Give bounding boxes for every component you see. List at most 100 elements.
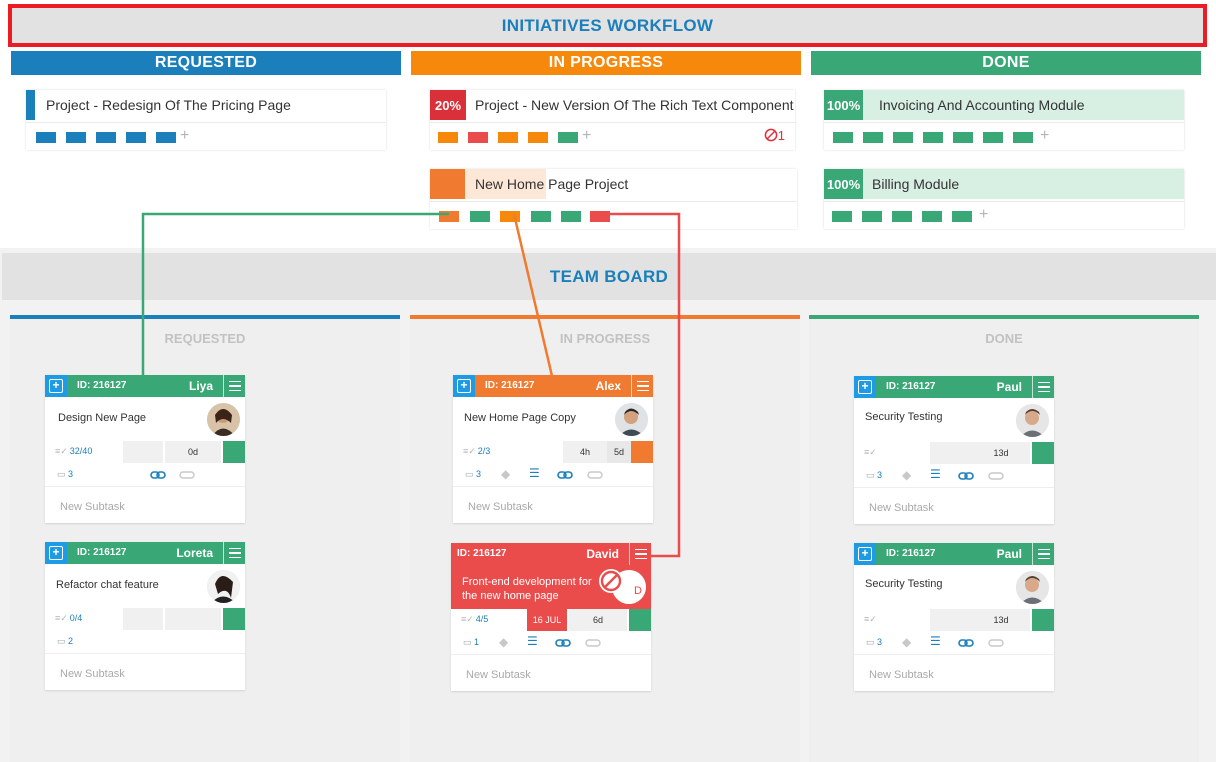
checklist-icon[interactable]: ≡✓ [864, 447, 879, 458]
new-subtask-input[interactable]: New Subtask [466, 669, 531, 681]
link-icon[interactable] [958, 638, 974, 648]
task-square[interactable] [893, 132, 913, 143]
link-icon[interactable] [555, 638, 571, 648]
checklist-progress[interactable]: ≡✓ 0/4 [55, 613, 82, 624]
new-subtask-input[interactable]: New Subtask [869, 502, 934, 514]
initiative-card[interactable]: Project - Redesign Of The Pricing Page + [26, 90, 386, 150]
task-square[interactable] [156, 132, 176, 143]
task-square[interactable] [863, 132, 883, 143]
task-square[interactable] [862, 211, 882, 222]
task-square[interactable] [66, 132, 86, 143]
task-square[interactable] [833, 132, 853, 143]
list-icon[interactable]: ☰ [930, 634, 941, 648]
add-task-icon[interactable]: + [180, 127, 189, 145]
task-card[interactable]: + ID: 216127 Loreta Refactor chat featur… [45, 542, 245, 690]
checklist-progress[interactable]: ≡✓ 32/40 [55, 446, 92, 457]
comments-count[interactable]: ▭ 3 [57, 469, 73, 480]
tag-icon[interactable]: ◆ [902, 468, 911, 482]
task-square[interactable] [561, 211, 581, 222]
progress-badge: 100% [824, 169, 863, 199]
menu-icon[interactable] [223, 375, 245, 397]
attachment-icon[interactable] [988, 638, 1004, 648]
task-card[interactable]: + ID: 216127 Alex New Home Page Copy ≡✓ 2… [453, 375, 653, 523]
checklist-icon[interactable]: ≡✓ [864, 614, 879, 625]
tag-icon[interactable]: ◆ [902, 635, 911, 649]
task-card[interactable]: + ID: 216127 Paul Security Testing ≡✓ 13… [854, 376, 1054, 524]
task-square[interactable] [36, 132, 56, 143]
add-task-icon[interactable]: + [582, 127, 591, 145]
team-column-label: IN PROGRESS [559, 331, 651, 346]
task-square[interactable] [498, 132, 518, 143]
task-square[interactable] [952, 211, 972, 222]
initiative-title: Billing Module [872, 176, 960, 192]
add-task-icon[interactable]: + [979, 206, 988, 224]
menu-icon[interactable] [1032, 543, 1054, 565]
task-square[interactable] [1013, 132, 1033, 143]
task-square[interactable] [892, 211, 912, 222]
blocked-icon[interactable] [598, 568, 624, 594]
time-remaining: 13d [972, 609, 1030, 631]
link-icon[interactable] [150, 470, 166, 480]
task-square[interactable] [439, 211, 459, 222]
attachment-icon[interactable] [988, 471, 1004, 481]
task-square[interactable] [470, 211, 490, 222]
list-icon[interactable]: ☰ [930, 467, 941, 481]
tag-icon[interactable]: ◆ [501, 467, 510, 481]
initiative-card[interactable]: New Home Page Project [430, 169, 797, 229]
menu-icon[interactable] [629, 543, 651, 565]
task-square[interactable] [953, 132, 973, 143]
task-square[interactable] [983, 132, 1003, 143]
blocker-count[interactable]: 1 [764, 128, 785, 143]
comment-icon: ▭ [57, 636, 66, 646]
comments-count[interactable]: ▭ 2 [57, 636, 73, 647]
comments-count[interactable]: ▭ 3 [866, 470, 882, 481]
add-card-button[interactable]: + [854, 376, 876, 398]
menu-icon[interactable] [631, 375, 653, 397]
task-square[interactable] [438, 132, 458, 143]
task-card[interactable]: + ID: 216127 Liya Design New Page ≡✓ 32/4… [45, 375, 245, 523]
list-icon[interactable]: ☰ [527, 634, 538, 648]
add-card-button[interactable]: + [453, 375, 475, 397]
add-card-button[interactable]: + [45, 375, 67, 397]
add-card-button[interactable]: + [45, 542, 67, 564]
new-subtask-input[interactable]: New Subtask [869, 669, 934, 681]
task-square[interactable] [96, 132, 116, 143]
task-square[interactable] [468, 132, 488, 143]
attachment-icon[interactable] [585, 638, 601, 648]
task-square[interactable] [590, 211, 610, 222]
new-subtask-input[interactable]: New Subtask [468, 501, 533, 513]
attachment-icon[interactable] [179, 470, 195, 480]
task-card[interactable]: ID: 216127 David Front-end development f… [451, 543, 651, 691]
attachment-icon[interactable] [587, 470, 603, 480]
comments-count[interactable]: ▭ 3 [866, 637, 882, 648]
task-square[interactable] [922, 211, 942, 222]
initiative-column-done: DONE [811, 51, 1201, 75]
comments-count[interactable]: ▭ 1 [463, 637, 479, 648]
task-square[interactable] [923, 132, 943, 143]
comments-count[interactable]: ▭ 3 [465, 469, 481, 480]
menu-icon[interactable] [1032, 376, 1054, 398]
task-square[interactable] [500, 211, 520, 222]
checklist-progress[interactable]: ≡✓ 2/3 [463, 446, 490, 457]
task-square[interactable] [126, 132, 146, 143]
task-card[interactable]: + ID: 216127 Paul Security Testing ≡✓ 13… [854, 543, 1054, 691]
new-subtask-input[interactable]: New Subtask [60, 501, 125, 513]
initiative-card[interactable]: 20% Project - New Version Of The Rich Te… [430, 90, 795, 150]
initiative-card[interactable]: 100% Invoicing And Accounting Module + [824, 90, 1184, 150]
task-square[interactable] [832, 211, 852, 222]
menu-icon[interactable] [223, 542, 245, 564]
link-icon[interactable] [958, 471, 974, 481]
initiative-title: Project - Redesign Of The Pricing Page [46, 97, 291, 113]
task-square[interactable] [528, 132, 548, 143]
comment-icon: ▭ [866, 637, 875, 647]
checklist-progress[interactable]: ≡✓ 4/5 [461, 614, 488, 625]
task-square[interactable] [558, 132, 578, 143]
add-card-button[interactable]: + [854, 543, 876, 565]
task-square[interactable] [531, 211, 551, 222]
link-icon[interactable] [557, 470, 573, 480]
initiative-card[interactable]: 100% Billing Module + [824, 169, 1184, 229]
tag-icon[interactable]: ◆ [499, 635, 508, 649]
list-icon[interactable]: ☰ [529, 466, 540, 480]
new-subtask-input[interactable]: New Subtask [60, 668, 125, 680]
add-task-icon[interactable]: + [1040, 127, 1049, 145]
